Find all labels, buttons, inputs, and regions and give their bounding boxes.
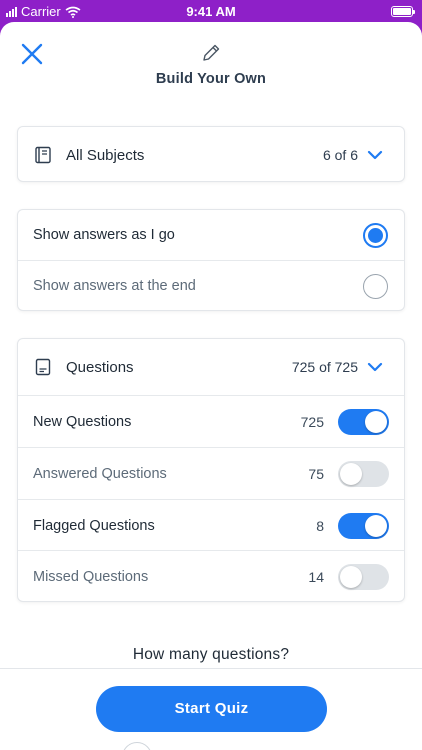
- filter-label: Missed Questions: [33, 568, 149, 585]
- filter-count: 725: [300, 413, 324, 430]
- answer-option-label: Show answers at the end: [33, 278, 196, 294]
- battery-icon: [391, 6, 415, 17]
- document-icon: [35, 358, 51, 376]
- page-title: Build Your Own: [155, 71, 267, 87]
- filter-label: Flagged Questions: [33, 517, 155, 534]
- start-quiz-button[interactable]: Start Quiz: [96, 686, 327, 732]
- answers-mode-card: Show answers as I go Show answers at the…: [17, 209, 405, 311]
- build-your-own-sheet: Build Your Own All Subjects 6 of 6 Show …: [0, 22, 422, 750]
- number-picker-peek: [122, 742, 152, 750]
- subjects-card: All Subjects 6 of 6: [17, 126, 405, 182]
- toggle-answered-questions[interactable]: [338, 460, 389, 487]
- questions-count: 725 of 725: [291, 359, 358, 375]
- answer-option-as-i-go[interactable]: Show answers as I go: [18, 210, 404, 260]
- filter-row-missed: Missed Questions 14: [18, 551, 404, 602]
- subjects-selector[interactable]: All Subjects 6 of 6: [18, 127, 404, 183]
- toggle-flagged-questions[interactable]: [338, 512, 389, 539]
- questions-selector[interactable]: Questions 725 of 725: [18, 339, 404, 395]
- subjects-count: 6 of 6: [322, 147, 358, 163]
- status-time: 9:41 AM: [186, 4, 236, 19]
- subjects-label: All Subjects: [66, 146, 145, 164]
- toggle-missed-questions[interactable]: [338, 563, 389, 590]
- status-bar: Carrier 9:41 AM: [0, 0, 422, 24]
- radio-unselected[interactable]: [363, 273, 388, 299]
- questions-card: Questions 725 of 725 New Questions 725 A…: [17, 338, 405, 602]
- close-icon[interactable]: [20, 42, 44, 66]
- chevron-down-icon[interactable]: [366, 358, 384, 376]
- filter-label: New Questions: [33, 413, 132, 430]
- filter-count: 75: [308, 465, 324, 482]
- radio-selected[interactable]: [363, 222, 388, 248]
- filter-count: 8: [316, 517, 324, 534]
- filter-row-flagged: Flagged Questions 8: [18, 500, 404, 551]
- filter-label: Answered Questions: [33, 465, 167, 482]
- chevron-down-icon[interactable]: [366, 146, 384, 164]
- toggle-new-questions[interactable]: [338, 408, 389, 435]
- how-many-label: How many questions?: [132, 646, 290, 663]
- filter-count: 14: [308, 568, 324, 585]
- answer-option-at-end[interactable]: Show answers at the end: [18, 261, 404, 311]
- filter-row-answered: Answered Questions 75: [18, 448, 404, 499]
- answer-option-label: Show answers as I go: [33, 227, 175, 243]
- footer-divider: [0, 668, 422, 669]
- questions-label: Questions: [66, 358, 134, 376]
- filter-row-new: New Questions 725: [18, 396, 404, 447]
- book-icon: [35, 146, 51, 164]
- pencil-icon: [203, 44, 220, 61]
